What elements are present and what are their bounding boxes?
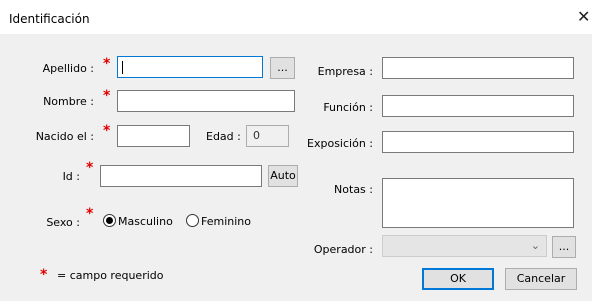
feminino-radio[interactable] bbox=[186, 214, 199, 227]
required-star-sexo: * bbox=[86, 206, 94, 222]
empresa-label: Empresa : bbox=[317, 65, 373, 78]
apellido-label: Apellido : bbox=[42, 62, 94, 75]
nombre-label: Nombre : bbox=[43, 95, 94, 108]
required-star-id: * bbox=[86, 160, 94, 176]
masculino-label[interactable]: Masculino bbox=[118, 215, 173, 228]
required-star-nombre: * bbox=[103, 88, 111, 104]
id-input[interactable] bbox=[100, 165, 262, 187]
cancel-button[interactable]: Cancelar bbox=[505, 268, 577, 290]
notas-textarea[interactable] bbox=[382, 178, 574, 228]
feminino-label[interactable]: Feminino bbox=[201, 215, 251, 228]
sexo-label: Sexo : bbox=[46, 216, 80, 229]
required-star-apellido: * bbox=[103, 56, 111, 72]
funcion-input[interactable] bbox=[382, 95, 574, 117]
required-star-nacido: * bbox=[103, 123, 111, 139]
required-legend-star: * bbox=[40, 267, 48, 283]
empresa-input[interactable] bbox=[382, 57, 574, 79]
ok-button[interactable]: OK bbox=[422, 268, 494, 290]
funcion-label: Función : bbox=[323, 101, 373, 114]
chevron-down-icon: ⌄ bbox=[530, 239, 540, 252]
nombre-input[interactable] bbox=[117, 90, 295, 112]
edad-field: 0 bbox=[246, 125, 289, 147]
exposicion-input[interactable] bbox=[382, 131, 574, 153]
text-caret bbox=[122, 61, 123, 74]
nacido-label: Nacido el : bbox=[35, 130, 94, 143]
birthdate-input[interactable] bbox=[117, 125, 190, 147]
id-label: Id : bbox=[62, 170, 80, 183]
exposicion-label: Exposición : bbox=[307, 137, 373, 150]
operador-browse-button[interactable]: ... bbox=[552, 236, 576, 258]
window-title: Identificación bbox=[9, 12, 90, 26]
auto-button[interactable]: Auto bbox=[268, 165, 298, 187]
apellido-browse-button[interactable]: ... bbox=[270, 57, 295, 79]
masculino-radio[interactable] bbox=[103, 214, 116, 227]
radio-selected-dot bbox=[106, 217, 113, 224]
required-note: = campo requerido bbox=[57, 269, 164, 282]
title-bar: Identificación ✕ bbox=[0, 0, 592, 34]
notas-label: Notas : bbox=[334, 183, 373, 196]
operador-select[interactable]: ⌄ bbox=[382, 235, 547, 257]
apellido-input[interactable] bbox=[117, 56, 263, 78]
close-icon[interactable]: ✕ bbox=[577, 9, 590, 25]
operador-label: Operador : bbox=[313, 243, 373, 256]
edad-label: Edad : bbox=[206, 130, 241, 143]
